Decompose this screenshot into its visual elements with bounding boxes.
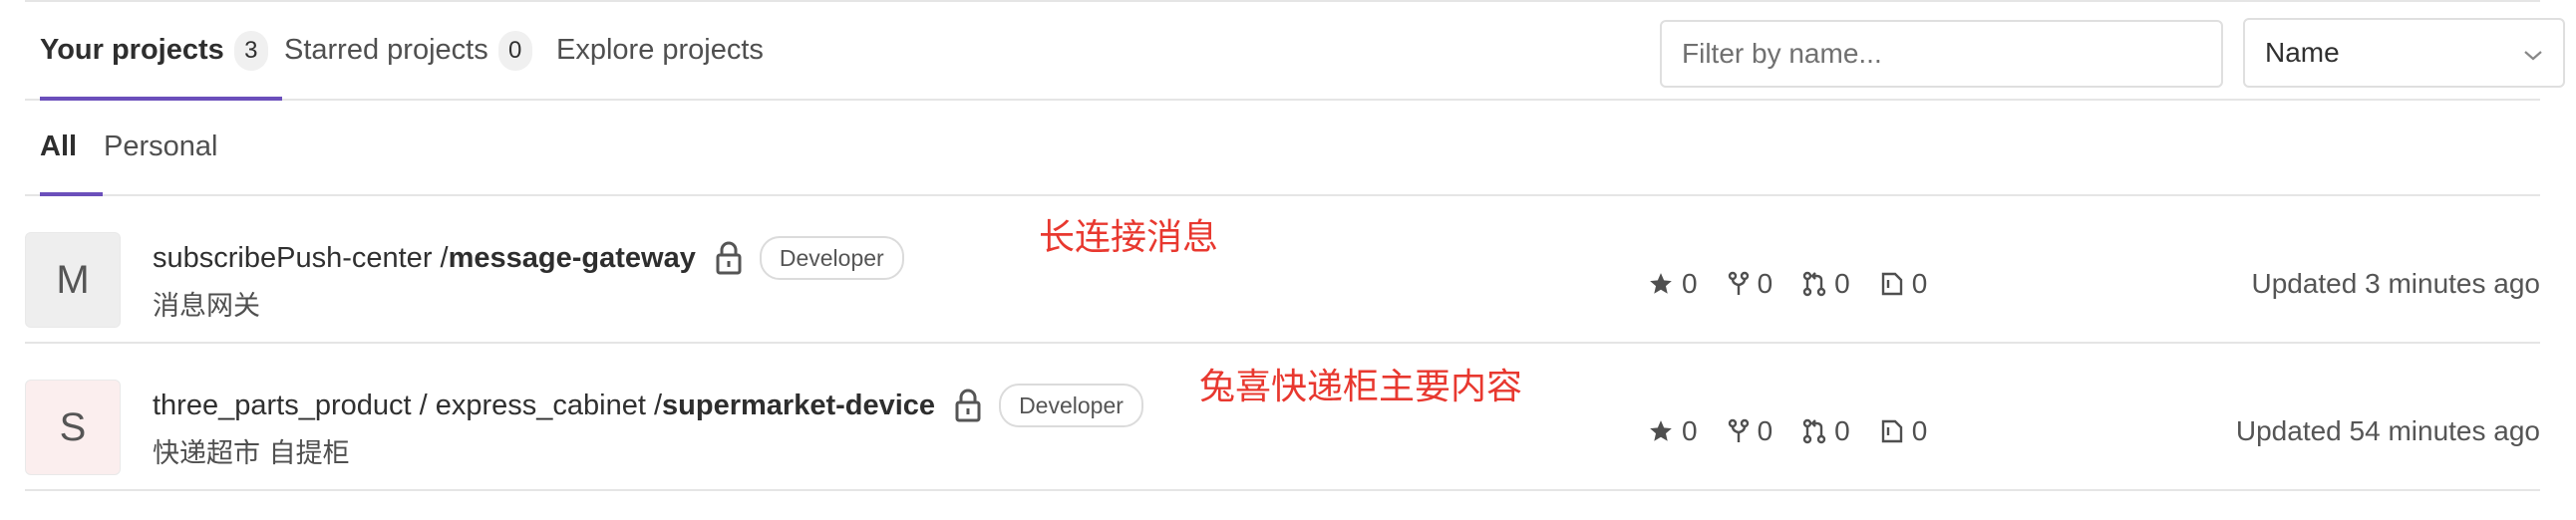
sort-dropdown[interactable]: Name — [2243, 18, 2565, 88]
star-icon — [1650, 273, 1672, 294]
last-updated: Updated 54 minutes ago — [2235, 415, 2540, 446]
issues-icon — [1881, 419, 1902, 443]
tab-label: Your projects — [40, 34, 224, 66]
project-name-link[interactable]: message-gateway — [449, 242, 696, 275]
tab-count-badge: 0 — [497, 30, 532, 71]
project-avatar[interactable]: M — [25, 232, 121, 328]
project-stats: 0 0 0 0 — [1648, 411, 1957, 451]
tab-count-badge: 3 — [233, 30, 268, 71]
project-title: subscribePush-center / message-gateway D… — [153, 236, 904, 280]
project-description: 消息网关 — [153, 291, 260, 322]
subtab-label: All — [40, 130, 78, 162]
stars-count[interactable]: 0 — [1648, 415, 1698, 447]
forks-value: 0 — [1757, 268, 1773, 299]
filter-by-name-input[interactable] — [1660, 20, 2223, 88]
project-namespace[interactable]: three_parts_product / express_cabinet / — [153, 390, 662, 422]
subtab-personal[interactable]: Personal — [104, 99, 217, 194]
lock-icon — [953, 388, 983, 423]
issues-count[interactable]: 0 — [1880, 268, 1928, 300]
project-avatar[interactable]: S — [25, 380, 121, 475]
tab-explore-projects[interactable]: Explore projects — [556, 2, 764, 99]
merge-requests-count[interactable]: 0 — [1802, 415, 1850, 447]
merge-request-icon — [1802, 418, 1826, 444]
sort-selected-value: Name — [2265, 37, 2340, 68]
access-role-badge: Developer — [999, 384, 1143, 427]
access-role-badge: Developer — [759, 236, 904, 280]
fork-icon — [1728, 418, 1749, 442]
merge-request-icon — [1802, 271, 1826, 297]
subtab-all[interactable]: All — [40, 99, 103, 196]
project-name-link[interactable]: supermarket-device — [662, 390, 935, 422]
project-row[interactable]: S three_parts_product / express_cabinet … — [25, 344, 2540, 491]
tab-starred-projects[interactable]: Starred projects 0 — [284, 2, 532, 99]
forks-count[interactable]: 0 — [1728, 415, 1773, 447]
fork-icon — [1728, 271, 1749, 295]
tab-your-projects[interactable]: Your projects 3 — [40, 2, 282, 101]
project-title: three_parts_product / express_cabinet / … — [153, 384, 1143, 427]
merge-requests-value: 0 — [1834, 415, 1850, 446]
project-description: 快递超市 自提柜 — [153, 438, 350, 469]
merge-requests-value: 0 — [1834, 268, 1850, 299]
issues-count[interactable]: 0 — [1880, 415, 1928, 447]
stars-count[interactable]: 0 — [1648, 268, 1698, 300]
last-updated: Updated 3 minutes ago — [2251, 268, 2540, 299]
issues-value: 0 — [1911, 268, 1928, 299]
stars-value: 0 — [1682, 268, 1698, 299]
issues-value: 0 — [1911, 415, 1928, 446]
lock-icon — [714, 240, 744, 276]
forks-count[interactable]: 0 — [1728, 268, 1773, 300]
filter-subtabs: All Personal — [25, 99, 2540, 196]
tab-label: Explore projects — [556, 34, 764, 66]
project-row[interactable]: M subscribePush-center / message-gateway… — [25, 196, 2540, 344]
merge-requests-count[interactable]: 0 — [1802, 268, 1850, 300]
star-icon — [1650, 420, 1672, 441]
project-namespace[interactable]: subscribePush-center / — [153, 242, 449, 275]
red-annotation-text: 长连接消息 — [1039, 217, 1219, 258]
forks-value: 0 — [1757, 415, 1773, 446]
projects-tabs: Your projects 3 Starred projects 0 Explo… — [25, 2, 2565, 101]
project-stats: 0 0 0 0 — [1648, 264, 1957, 304]
stars-value: 0 — [1682, 415, 1698, 446]
red-annotation-text: 兔喜快递柜主要内容 — [1199, 367, 1523, 407]
issues-icon — [1881, 272, 1902, 296]
tab-label: Starred projects — [284, 34, 488, 66]
subtab-label: Personal — [104, 130, 218, 162]
chevron-down-icon — [2523, 37, 2543, 69]
